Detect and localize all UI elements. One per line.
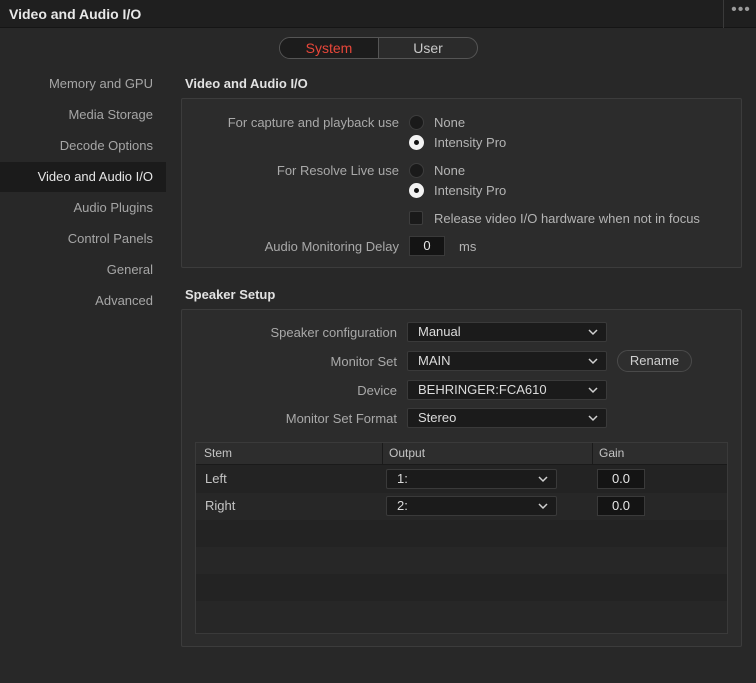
monitor-set-value: MAIN bbox=[418, 353, 451, 368]
output-dropdown[interactable]: 2: bbox=[386, 496, 557, 516]
table-row-empty bbox=[196, 601, 727, 633]
live-none-radio[interactable] bbox=[409, 163, 424, 178]
speaker-config-dropdown[interactable]: Manual bbox=[407, 322, 607, 342]
table-row: Right 2: 0.0 bbox=[196, 493, 727, 520]
chevron-down-icon bbox=[588, 387, 598, 394]
capture-intensity-pro-label: Intensity Pro bbox=[434, 135, 507, 150]
table-header: Stem Output Gain bbox=[196, 443, 727, 465]
capture-none-radio[interactable] bbox=[409, 115, 424, 130]
title-bar: Video and Audio I/O ••• bbox=[0, 0, 756, 28]
column-header-gain: Gain bbox=[599, 446, 625, 460]
column-divider bbox=[592, 443, 593, 465]
column-divider bbox=[382, 443, 383, 465]
tab-user[interactable]: User bbox=[379, 38, 477, 58]
sidebar-item-media-storage[interactable]: Media Storage bbox=[0, 100, 166, 130]
device-value: BEHRINGER:FCA610 bbox=[418, 382, 547, 397]
live-none-label: None bbox=[434, 163, 466, 178]
capture-intensity-pro-radio[interactable] bbox=[409, 135, 424, 150]
speaker-section-title: Speaker Setup bbox=[185, 287, 276, 302]
live-label: For Resolve Live use bbox=[276, 163, 399, 178]
stem-cell: Left bbox=[205, 471, 227, 486]
capture-none-label: None bbox=[434, 115, 466, 130]
delay-label: Audio Monitoring Delay bbox=[264, 239, 399, 254]
gain-input[interactable]: 0.0 bbox=[597, 496, 645, 516]
output-dropdown[interactable]: 1: bbox=[386, 469, 557, 489]
live-intensity-pro-radio[interactable] bbox=[409, 183, 424, 198]
delay-unit: ms bbox=[459, 239, 477, 254]
sidebar-item-video-and-audio-io[interactable]: Video and Audio I/O bbox=[0, 162, 166, 192]
column-header-output: Output bbox=[389, 446, 426, 460]
release-hardware-checkbox[interactable] bbox=[409, 211, 423, 225]
scope-toggle: System User bbox=[279, 37, 478, 59]
speaker-config-label: Speaker configuration bbox=[270, 325, 397, 340]
sidebar-item-decode-options[interactable]: Decode Options bbox=[0, 131, 166, 161]
output-value: 2: bbox=[397, 498, 408, 513]
live-intensity-pro-label: Intensity Pro bbox=[434, 183, 507, 198]
table-row-empty bbox=[196, 574, 727, 601]
window-title: Video and Audio I/O bbox=[9, 6, 142, 22]
device-dropdown[interactable]: BEHRINGER:FCA610 bbox=[407, 380, 607, 400]
monitor-set-format-value: Stereo bbox=[418, 410, 457, 425]
io-section-title: Video and Audio I/O bbox=[185, 76, 308, 91]
monitor-set-format-dropdown[interactable]: Stereo bbox=[407, 408, 607, 428]
chevron-down-icon bbox=[588, 329, 598, 336]
more-options-icon[interactable]: ••• bbox=[729, 1, 753, 23]
speaker-config-value: Manual bbox=[418, 324, 461, 339]
table-row: Left 1: 0.0 bbox=[196, 466, 727, 493]
stem-table: Stem Output Gain Left 1: 0.0 Right 2: 0.… bbox=[195, 442, 728, 634]
chevron-down-icon bbox=[538, 476, 548, 483]
rename-button[interactable]: Rename bbox=[617, 350, 692, 372]
sidebar-item-general[interactable]: General bbox=[0, 255, 166, 285]
monitor-set-format-label: Monitor Set Format bbox=[285, 411, 397, 426]
output-value: 1: bbox=[397, 471, 408, 486]
sidebar-item-advanced[interactable]: Advanced bbox=[0, 286, 166, 316]
release-hardware-label: Release video I/O hardware when not in f… bbox=[434, 211, 700, 226]
column-header-stem: Stem bbox=[204, 446, 233, 460]
table-row-empty bbox=[196, 547, 727, 574]
chevron-down-icon bbox=[538, 503, 548, 510]
stem-cell: Right bbox=[205, 498, 236, 513]
table-row-empty bbox=[196, 520, 727, 547]
sidebar-item-audio-plugins[interactable]: Audio Plugins bbox=[0, 193, 166, 223]
gain-input[interactable]: 0.0 bbox=[597, 469, 645, 489]
device-label: Device bbox=[357, 383, 397, 398]
tab-system[interactable]: System bbox=[280, 38, 379, 58]
chevron-down-icon bbox=[588, 415, 598, 422]
capture-label: For capture and playback use bbox=[227, 115, 399, 130]
delay-input[interactable]: 0 bbox=[409, 236, 445, 256]
sidebar-item-control-panels[interactable]: Control Panels bbox=[0, 224, 166, 254]
monitor-set-label: Monitor Set bbox=[330, 354, 397, 369]
monitor-set-dropdown[interactable]: MAIN bbox=[407, 351, 607, 371]
title-bar-divider bbox=[723, 0, 724, 28]
sidebar-item-memory-and-gpu[interactable]: Memory and GPU bbox=[0, 69, 166, 99]
chevron-down-icon bbox=[588, 358, 598, 365]
